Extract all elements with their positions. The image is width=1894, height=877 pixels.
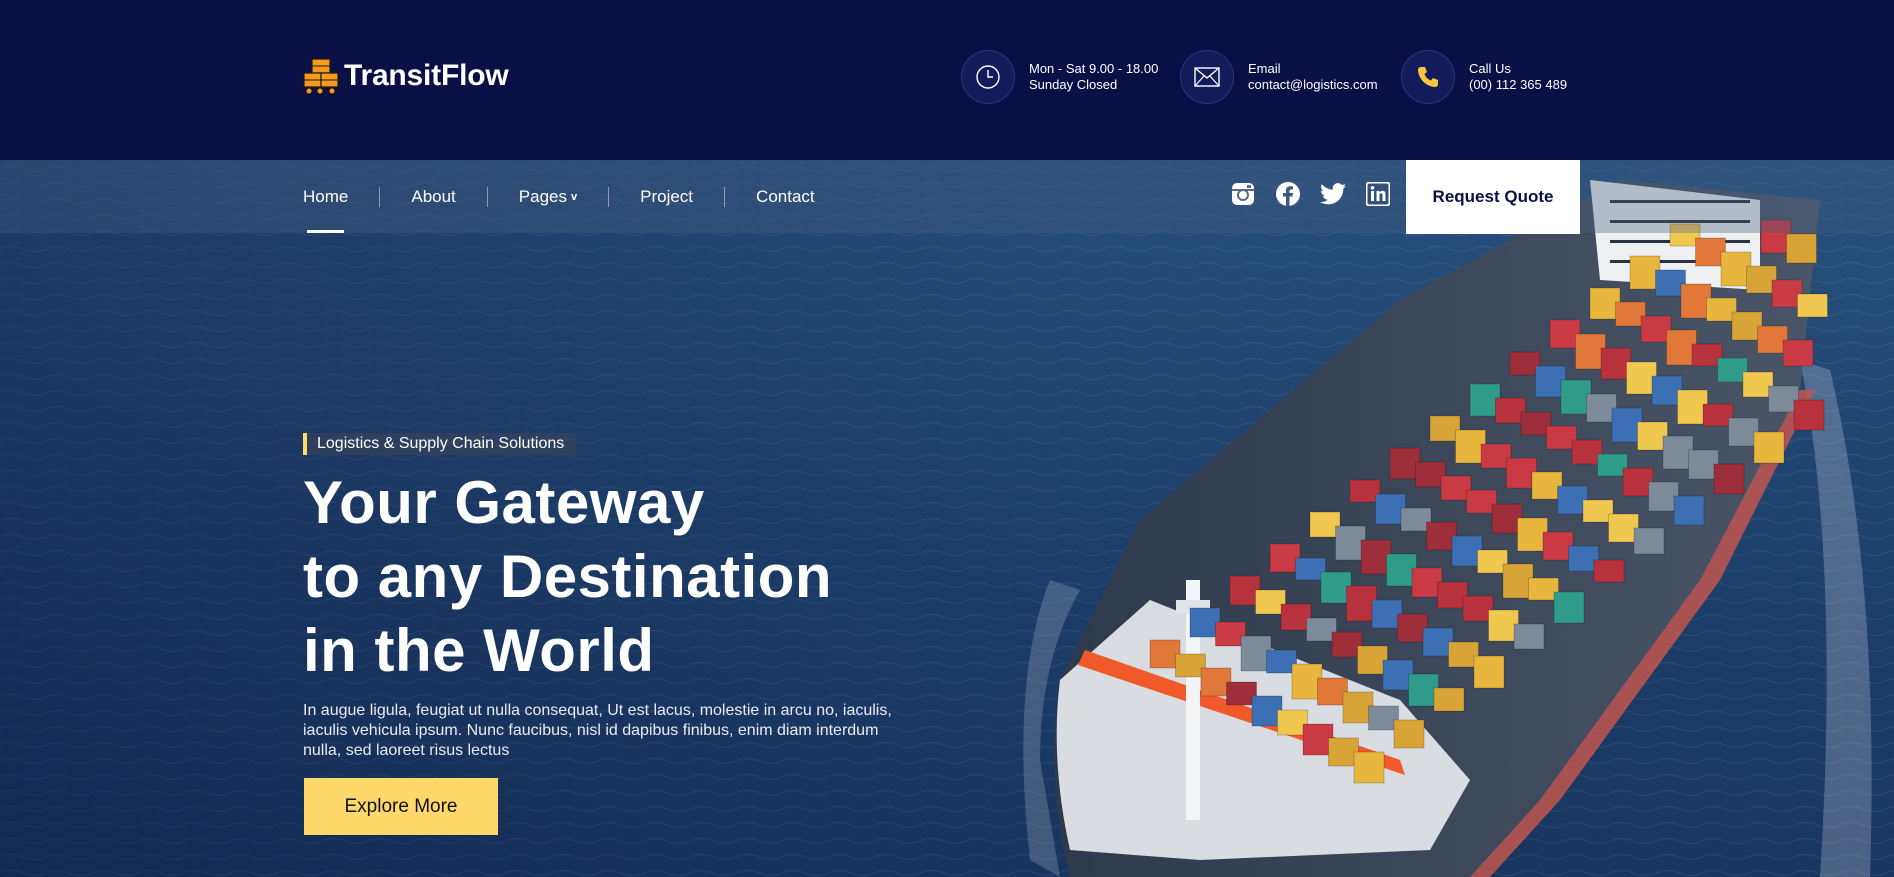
phone-info[interactable]: Call Us (00) 112 365 489 [1401,50,1567,104]
nav-item-home[interactable]: Home [303,160,348,233]
container-block [1393,719,1425,749]
hours-line2: Sunday Closed [1029,77,1118,92]
headline-line-1: Your Gateway [303,469,705,536]
nav-item-pages[interactable]: Pages v [519,160,577,233]
brand-name: TransitFlow [344,59,509,92]
logo-boxes-icon [303,58,339,95]
container-block [1797,293,1828,318]
nav-label-about: About [411,186,456,206]
envelope-icon [1180,50,1234,104]
phone-label: Call Us [1469,61,1511,76]
headline-line-2: to any Destination [303,543,833,610]
container-block [1353,751,1385,784]
nav-divider [608,186,610,207]
nav-divider [486,186,488,207]
nav-item-contact[interactable]: Contact [756,160,815,233]
container-block [1713,463,1745,495]
linkedin-icon[interactable] [1365,181,1391,207]
container-block [1786,233,1817,264]
brand-logo[interactable]: TransitFlow [303,56,509,96]
nav-label-home: Home [303,186,349,206]
container-block [1633,527,1665,555]
hours-line1: Mon - Sat 9.00 - 18.00 [1029,61,1159,76]
container-block [1782,339,1814,367]
container-block [1673,495,1705,526]
container-block [1473,655,1505,689]
nav-divider [379,186,381,207]
headline-line-3: in the World [303,617,655,684]
email-label: Email [1248,61,1281,76]
hours-info: Mon - Sat 9.00 - 18.00 Sunday Closed [961,50,1158,104]
container-block [1753,431,1785,464]
explore-more-button[interactable]: Explore More [304,778,498,835]
container-block [1433,687,1465,712]
phone-icon [1401,50,1455,104]
email-address[interactable]: contact@logistics.com [1248,77,1378,93]
container-block [1593,559,1625,583]
nav-label-project: Project [640,186,694,206]
hero-tagline: Logistics & Supply Chain Solutions [303,433,577,455]
facebook-icon[interactable] [1275,181,1301,207]
clock-icon [961,50,1015,104]
social-links [1230,181,1391,207]
cargo-ship-image [0,160,1894,877]
nav-bar [0,160,1894,233]
nav-label-contact: Contact [756,186,815,206]
hero-headline: Your Gateway to any Destination in the W… [303,466,832,688]
email-info[interactable]: Email contact@logistics.com [1180,50,1378,104]
container-block [1513,623,1545,650]
container-block [1553,591,1585,624]
chevron-down-icon: v [571,190,578,203]
hero-description: In augue ligula, feugiat ut nulla conseq… [303,702,892,759]
instagram-icon[interactable] [1230,181,1256,207]
phone-number[interactable]: (00) 112 365 489 [1469,77,1567,93]
main-nav: Home About Pages v Project Contact [303,160,815,233]
hero-section: Home About Pages v Project Contact Reque… [0,160,1894,877]
request-quote-button[interactable]: Request Quote [1406,160,1580,234]
nav-item-about[interactable]: About [411,160,455,233]
nav-label-pages: Pages [518,186,567,206]
container-block [1793,399,1825,431]
nav-item-project[interactable]: Project [640,160,693,233]
nav-divider [724,186,726,207]
twitter-icon[interactable] [1320,181,1346,207]
top-header: TransitFlow Mon - Sat 9.00 - 18.00 Sunda… [0,0,1894,160]
